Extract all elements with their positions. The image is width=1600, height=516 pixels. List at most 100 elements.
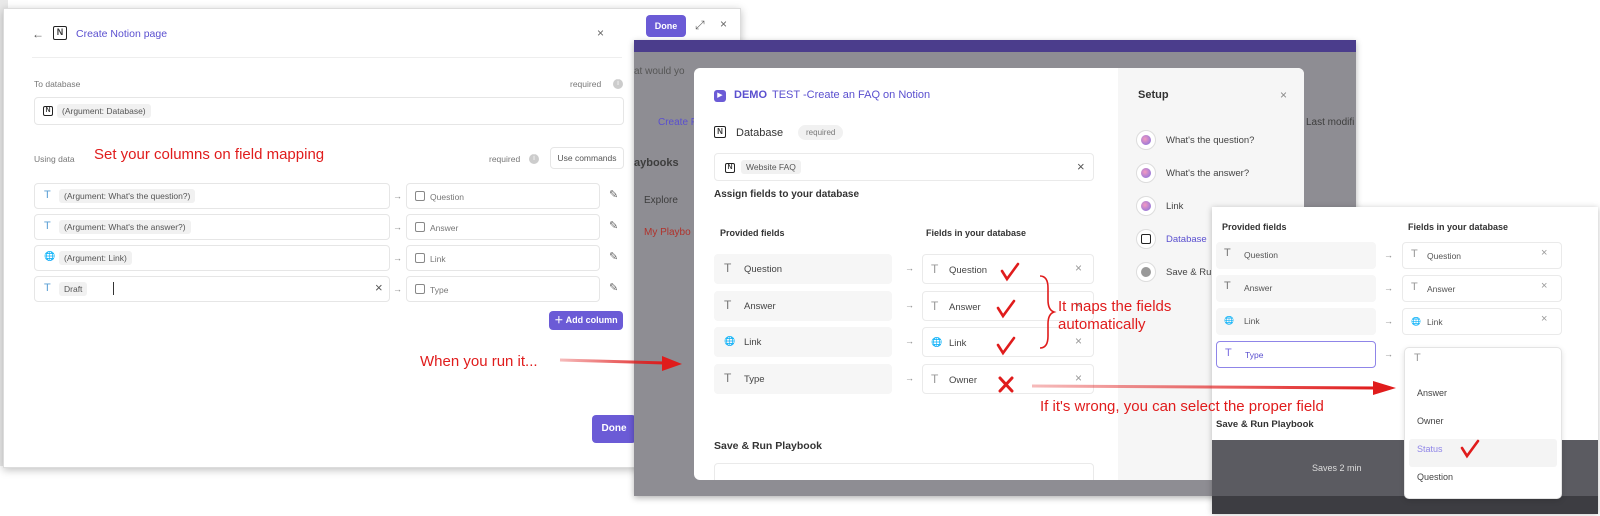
clear-icon[interactable]: × [1541, 313, 1547, 325]
top-done-button[interactable]: Done [646, 15, 686, 37]
clear-icon[interactable]: × [1075, 261, 1082, 275]
database-input[interactable]: N (Argument: Database) [34, 97, 624, 125]
text-type-icon: T [931, 372, 939, 386]
database-field-name: Question [949, 265, 988, 276]
edit-pencil-icon[interactable]: ✎ [609, 250, 618, 263]
expand-icon[interactable]: ⤢ [695, 18, 705, 33]
dropdown-option[interactable]: Owner [1417, 416, 1444, 426]
required-badge: required [798, 125, 844, 140]
argument-value: Draft [59, 282, 88, 296]
database-fields-header: Fields in your database [1408, 222, 1509, 232]
provided-field: T Answer [714, 291, 892, 321]
text-type-icon: T [931, 262, 939, 276]
clear-icon[interactable]: × [1077, 159, 1085, 174]
dropdown-option[interactable]: Status [1417, 444, 1443, 454]
annotation-maps: It maps the fields automatically [1058, 298, 1172, 333]
create-notion-page-panel: ← N Create Notion page × To database req… [3, 8, 741, 468]
setup-step-icon [1136, 262, 1156, 282]
database-field-name: Answer [949, 302, 981, 313]
argument-field[interactable]: 🌐 (Argument: Link) [34, 245, 390, 271]
provided-field-name: Question [1244, 250, 1279, 260]
save-run-field[interactable] [714, 463, 1094, 480]
globe-icon: 🌐 [931, 337, 943, 347]
database-field-select[interactable]: T Owner × [922, 364, 1094, 394]
setup-step-icon [1136, 229, 1156, 249]
provided-field: T Answer [1216, 275, 1376, 302]
annotation-field-mapping: Set your columns on field mapping [94, 146, 325, 163]
edit-pencil-icon[interactable]: ✎ [609, 188, 618, 201]
setup-step-icon [1136, 163, 1156, 183]
done-button[interactable]: Done [592, 415, 636, 443]
edit-pencil-icon[interactable]: ✎ [609, 281, 618, 294]
setup-step-label[interactable]: Database [1166, 234, 1207, 245]
save-run-heading: Save & Run Playbook [1216, 419, 1314, 430]
plus-icon: ＋ [554, 315, 566, 325]
arrow-icon: → [1384, 250, 1393, 260]
setup-step-label[interactable]: What's the answer? [1166, 168, 1249, 179]
database-column-select[interactable]: Answer [406, 214, 600, 240]
save-run-heading: Save & Run Playbook [714, 440, 822, 452]
clear-icon[interactable]: × [1541, 247, 1547, 259]
database-column-name: Answer [430, 223, 459, 233]
backdrop-topbar [634, 40, 1356, 52]
database-column-select[interactable]: Question [406, 183, 600, 209]
text-type-icon: T [724, 298, 732, 312]
text-type-icon: T [1414, 352, 1421, 364]
dialog-title: TEST -Create an FAQ on Notion [772, 89, 931, 101]
database-field-select[interactable]: T Question × [922, 254, 1094, 284]
field-dropdown[interactable]: T Answer Owner Status Question [1404, 347, 1562, 499]
provided-field-name: Link [744, 337, 762, 348]
setup-step-label[interactable]: Link [1166, 201, 1183, 212]
dropdown-option[interactable]: Answer [1417, 388, 1447, 398]
backdrop-last-modified: Last modifi [1306, 117, 1355, 128]
database-field-select[interactable]: 🌐 Link × [1402, 308, 1562, 335]
dropdown-option[interactable]: Question [1417, 472, 1453, 482]
saves-label: Saves 2 min [1312, 463, 1362, 473]
database-fields-header: Fields in your database [926, 228, 1027, 238]
table-icon [415, 191, 425, 201]
setup-step-label[interactable]: Save & Ru [1166, 267, 1211, 278]
provided-field-name: Answer [744, 301, 776, 312]
database-column-select[interactable]: Type [406, 276, 600, 302]
globe-icon: 🌐 [724, 336, 736, 346]
database-field-select[interactable]: T Question × [1402, 242, 1562, 269]
argument-field[interactable]: T (Argument: What's the question?) [34, 183, 390, 209]
edit-pencil-icon[interactable]: ✎ [609, 219, 618, 232]
text-type-icon: T [1224, 247, 1231, 259]
argument-value: (Argument: What's the question?) [59, 189, 196, 203]
info-icon: i [613, 79, 623, 89]
close-icon[interactable]: × [1280, 88, 1287, 102]
arrow-icon: → [905, 300, 914, 310]
table-icon [415, 284, 425, 294]
setup-title: Setup [1138, 89, 1169, 101]
argument-field[interactable]: T Draft × [34, 276, 390, 302]
globe-icon: 🌐 [44, 251, 56, 261]
setup-step-label[interactable]: What's the question? [1166, 135, 1254, 146]
database-field-select[interactable]: T Answer × [1402, 275, 1562, 302]
text-type-icon: T [44, 189, 51, 201]
globe-icon: 🌐 [1411, 317, 1421, 326]
database-field-name: Link [1427, 317, 1443, 327]
clear-icon[interactable]: × [1541, 280, 1547, 292]
close-icon[interactable]: × [597, 26, 604, 40]
required-label: required [489, 154, 521, 164]
add-column-button[interactable]: ＋ Add column [549, 311, 623, 330]
back-arrow-icon[interactable]: ← [32, 27, 44, 41]
annotation-wrong: If it's wrong, you can select the proper… [1040, 398, 1324, 415]
clear-icon[interactable]: × [1075, 371, 1082, 385]
close-icon[interactable]: × [720, 17, 727, 31]
clear-icon[interactable]: × [1075, 334, 1082, 348]
database-column-select[interactable]: Link [406, 245, 600, 271]
text-type-icon: T [724, 261, 732, 275]
setup-step-icon [1136, 196, 1156, 216]
text-type-icon: T [931, 299, 939, 313]
notion-logo-icon: N [714, 126, 726, 138]
backdrop-my-playbooks: My Playbo [644, 227, 691, 238]
arrow-icon: → [905, 263, 914, 273]
argument-field[interactable]: T (Argument: What's the answer?) [34, 214, 390, 240]
provided-field-name: Type [1245, 350, 1264, 360]
text-cursor [113, 282, 114, 295]
clear-icon[interactable]: × [375, 280, 383, 295]
use-commands-button[interactable]: Use commands [550, 147, 624, 169]
database-select[interactable]: N Website FAQ × [714, 153, 1094, 181]
